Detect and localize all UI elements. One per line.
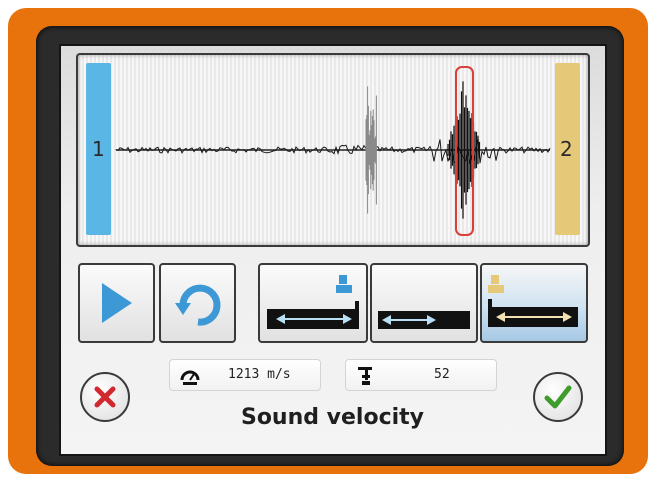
ruler-depth-icon bbox=[358, 367, 372, 385]
length-readout: 52 bbox=[345, 359, 497, 391]
cursor-1-label: 1 bbox=[92, 137, 105, 161]
measure-left-end-icon bbox=[267, 275, 359, 329]
measure-right-end-icon bbox=[488, 275, 578, 327]
mode-span-button[interactable] bbox=[370, 263, 478, 343]
gauge-icon bbox=[180, 370, 200, 385]
play-icon bbox=[102, 283, 132, 323]
mode-left-end-button[interactable] bbox=[258, 263, 368, 343]
cancel-icon bbox=[94, 386, 116, 408]
confirm-icon bbox=[544, 385, 572, 409]
measure-span-icon bbox=[378, 311, 470, 329]
velocity-value: 1213 m/s bbox=[228, 367, 291, 382]
velocity-readout: 1213 m/s bbox=[169, 359, 321, 391]
waveform-panel[interactable]: 1 2 bbox=[76, 53, 590, 247]
cursor-2-label: 2 bbox=[560, 137, 573, 161]
play-button[interactable] bbox=[78, 263, 155, 343]
confirm-button[interactable] bbox=[533, 372, 583, 422]
length-value: 52 bbox=[434, 367, 450, 382]
waveform-graphic bbox=[86, 63, 580, 236]
repeat-button[interactable] bbox=[159, 263, 236, 343]
mode-right-end-button[interactable] bbox=[480, 263, 588, 343]
screen-title: Sound velocity bbox=[240, 405, 425, 430]
repeat-icon bbox=[175, 284, 221, 326]
cancel-button[interactable] bbox=[80, 372, 130, 422]
